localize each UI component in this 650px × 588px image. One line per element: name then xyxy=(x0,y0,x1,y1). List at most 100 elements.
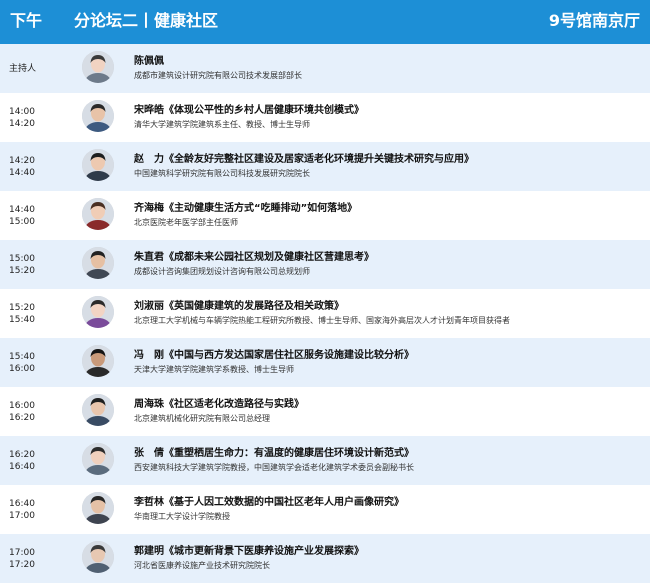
speaker-line: 宋晔皓《体现公平性的乡村人居健康环境共创模式》 xyxy=(134,104,364,117)
speaker-line: 郭建明《城市更新背景下医康养设施产业发展探索》 xyxy=(134,545,364,558)
speaker-affiliation: 中国建筑科学研究院有限公司科技发展研究院院长 xyxy=(134,169,310,178)
speaker-photo xyxy=(82,51,114,83)
time-slot: 14:20 14:40 xyxy=(9,155,69,179)
time-slot: 16:20 16:40 xyxy=(9,449,69,473)
speaker-name: 张 倩 xyxy=(134,448,164,459)
talk-title: 《重塑栖居生命力：有温度的健康居住环境设计新范式》 xyxy=(164,448,414,459)
time-slot: 16:40 17:00 xyxy=(9,498,69,522)
speaker-name: 冯 刚 xyxy=(134,350,164,361)
time-start: 16:00 xyxy=(9,401,35,411)
speaker-affiliation: 北京建筑机械化研究院有限公司总经理 xyxy=(134,414,270,423)
talk-title: 《社区适老化改造路径与实践》 xyxy=(164,399,304,410)
time-end: 17:20 xyxy=(9,560,35,570)
talk-title: 《英国健康建筑的发展路径及相关政策》 xyxy=(164,301,344,312)
agenda-row: 17:00 17:20 郭建明《城市更新背景下医康养设施产业发展探索》河北省医康养设… xyxy=(0,534,650,583)
talk-title: 《基于人因工效数据的中国社区老年人用户画像研究》 xyxy=(164,497,404,508)
agenda-row: 14:00 14:20 宋晔皓《体现公平性的乡村人居健康环境共创模式》清华大学建筑学… xyxy=(0,93,650,142)
speaker-line: 赵 力《全龄友好完整社区建设及居家适老化环境提升关键技术研究与应用》 xyxy=(134,153,474,166)
speaker-line: 陈佩佩 xyxy=(134,55,164,68)
agenda-row: 14:20 14:40 赵 力《全龄友好完整社区建设及居家适老化环境提升关键技术研究… xyxy=(0,142,650,191)
time-slot: 16:00 16:20 xyxy=(9,400,69,424)
time-end: 14:20 xyxy=(9,119,35,129)
agenda-row: 15:00 15:20 朱直君《成都未来公园社区规划及健康社区营建思考》 成都设计咨询… xyxy=(0,240,650,289)
time-start: 14:20 xyxy=(9,156,35,166)
speaker-photo xyxy=(82,443,114,475)
agenda-row: 15:20 15:40 刘淑丽《英国健康建筑的发展路径及相关政策》北京理工大学机械与… xyxy=(0,289,650,338)
talk-title: 《成都未来公园社区规划及健康社区营建思考》 xyxy=(164,252,374,263)
speaker-line: 齐海梅《主动健康生活方式“吃睡排动”如何落地》 xyxy=(134,202,357,215)
speaker-photo xyxy=(82,541,114,573)
talk-title: 《全龄友好完整社区建设及居家适老化环境提升关键技术研究与应用》 xyxy=(164,154,474,165)
talk-title: 《城市更新背景下医康养设施产业发展探索》 xyxy=(164,546,364,557)
time-start: 16:20 xyxy=(9,450,35,460)
speaker-affiliation: 河北省医康养设施产业技术研究院院长 xyxy=(134,561,270,570)
time-slot: 17:00 17:20 xyxy=(9,547,69,571)
speaker-photo xyxy=(82,492,114,524)
speaker-photo xyxy=(82,149,114,181)
time-end: 15:20 xyxy=(9,266,35,276)
time-slot: 15:20 15:40 xyxy=(9,302,69,326)
time-end: 16:40 xyxy=(9,462,35,472)
speaker-name: 赵 力 xyxy=(134,154,164,165)
speaker-name: 宋晔皓 xyxy=(134,105,164,116)
speaker-name: 齐海梅 xyxy=(134,203,164,214)
speaker-name: 周海珠 xyxy=(134,399,164,410)
time-slot: 14:40 15:00 xyxy=(9,204,69,228)
time-start: 主持人 xyxy=(9,64,37,74)
agenda-row: 16:00 16:20 周海珠《社区适老化改造路径与实践》北京建筑机械化研究院有限公… xyxy=(0,387,650,436)
speaker-line: 张 倩《重塑栖居生命力：有温度的健康居住环境设计新范式》 xyxy=(134,447,414,460)
time-slot: 主持人 xyxy=(9,63,69,75)
speaker-photo xyxy=(82,394,114,426)
speaker-affiliation: 天津大学建筑学院建筑学系教授、博士生导师 xyxy=(134,365,294,374)
speaker-affiliation: 清华大学建筑学院建筑系主任、教授、博士生导师 xyxy=(134,120,310,129)
time-start: 15:40 xyxy=(9,352,35,362)
time-end: 16:00 xyxy=(9,364,35,374)
agenda-list: 主持人 陈佩佩成都市建筑设计研究院有限公司技术发展部部长 14:00 14:20 宋晔皓… xyxy=(0,44,650,583)
speaker-line: 李哲林《基于人因工效数据的中国社区老年人用户画像研究》 xyxy=(134,496,404,509)
speaker-affiliation: 北京理工大学机械与车辆学院热能工程研究所教授、博士生导师、国家海外高层次人才计划… xyxy=(134,316,510,325)
speaker-photo xyxy=(82,198,114,230)
speaker-affiliation: 北京医院老年医学部主任医师 xyxy=(134,218,238,227)
time-start: 15:20 xyxy=(9,303,35,313)
time-end: 15:00 xyxy=(9,217,35,227)
time-start: 14:00 xyxy=(9,107,35,117)
time-slot: 15:00 15:20 xyxy=(9,253,69,277)
speaker-line: 冯 刚《中国与西方发达国家居住社区服务设施建设比较分析》 xyxy=(134,349,414,362)
time-end: 14:40 xyxy=(9,168,35,178)
speaker-line: 刘淑丽《英国健康建筑的发展路径及相关政策》 xyxy=(134,300,344,313)
speaker-photo xyxy=(82,296,114,328)
speaker-name: 郭建明 xyxy=(134,546,164,557)
time-slot: 14:00 14:20 xyxy=(9,106,69,130)
speaker-name: 李哲林 xyxy=(134,497,164,508)
talk-title: 《中国与西方发达国家居住社区服务设施建设比较分析》 xyxy=(164,350,414,361)
time-start: 17:00 xyxy=(9,548,35,558)
talk-title: 《体现公平性的乡村人居健康环境共创模式》 xyxy=(164,105,364,116)
agenda-row: 15:40 16:00 冯 刚《中国与西方发达国家居住社区服务设施建设比较分析》天津… xyxy=(0,338,650,387)
time-end: 17:00 xyxy=(9,511,35,521)
time-end: 15:40 xyxy=(9,315,35,325)
talk-title: 《主动健康生活方式“吃睡排动”如何落地》 xyxy=(164,203,358,214)
speaker-name: 朱直君 xyxy=(134,252,164,263)
agenda-row: 14:40 15:00 齐海梅《主动健康生活方式“吃睡排动”如何落地》北京医院老年医… xyxy=(0,191,650,240)
time-start: 14:40 xyxy=(9,205,35,215)
agenda-row: 主持人 陈佩佩成都市建筑设计研究院有限公司技术发展部部长 xyxy=(0,44,650,93)
time-start: 16:40 xyxy=(9,499,35,509)
speaker-name: 刘淑丽 xyxy=(134,301,164,312)
speaker-photo xyxy=(82,100,114,132)
session-label: 下午 xyxy=(10,11,43,30)
venue-label: 9号馆南京厅 xyxy=(548,11,640,30)
speaker-affiliation: 西安建筑科技大学建筑学院教授，中国建筑学会适老化建筑学术委员会副秘书长 xyxy=(134,463,414,472)
agenda-row: 16:20 16:40 张 倩《重塑栖居生命力：有温度的健康居住环境设计新范式》西安… xyxy=(0,436,650,485)
time-slot: 15:40 16:00 xyxy=(9,351,69,375)
time-start: 15:00 xyxy=(9,254,35,264)
speaker-affiliation: 华南理工大学设计学院教授 xyxy=(134,512,230,521)
speaker-photo xyxy=(82,247,114,279)
time-end: 16:20 xyxy=(9,413,35,423)
forum-title: 分论坛二丨健康社区 xyxy=(74,11,219,30)
speaker-photo xyxy=(82,345,114,377)
speaker-affiliation: 成都市建筑设计研究院有限公司技术发展部部长 xyxy=(134,71,302,80)
session-header: 下午 分论坛二丨健康社区 9号馆南京厅 xyxy=(0,0,650,44)
speaker-line: 朱直君《成都未来公园社区规划及健康社区营建思考》 xyxy=(134,251,374,264)
agenda-row: 16:40 17:00 李哲林《基于人因工效数据的中国社区老年人用户画像研究》华南理… xyxy=(0,485,650,534)
speaker-name: 陈佩佩 xyxy=(134,56,164,67)
